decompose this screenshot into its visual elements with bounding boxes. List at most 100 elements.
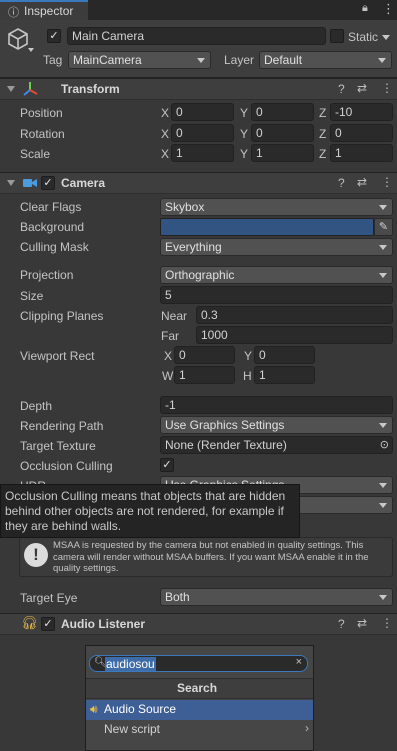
- axis-z-label[interactable]: Z: [319, 105, 326, 121]
- transform-title: Transform: [61, 82, 120, 96]
- headphones-icon: 🎧︎: [21, 615, 38, 630]
- list-item-label: New script: [104, 722, 161, 736]
- chevron-down-icon: [378, 58, 386, 63]
- list-item-label: Audio Source: [104, 702, 177, 716]
- rotation-x-field[interactable]: 0: [171, 124, 234, 142]
- axis-z-label[interactable]: Z: [319, 146, 326, 162]
- info-icon: ⓘ: [8, 7, 19, 19]
- size-field[interactable]: 5: [160, 286, 393, 304]
- preset-icon[interactable]: ⇄: [357, 616, 367, 630]
- tag-label: Tag: [43, 53, 63, 67]
- warning-icon: !: [24, 543, 48, 567]
- camera-title: Camera: [61, 176, 106, 190]
- target-texture-label: Target Texture: [20, 439, 96, 453]
- background-color-swatch[interactable]: [160, 218, 374, 236]
- viewport-w-field[interactable]: 1: [174, 366, 235, 384]
- chevron-down-icon: [379, 503, 387, 508]
- axis-x-label[interactable]: X: [161, 146, 169, 162]
- foldout-arrow-icon[interactable]: [7, 180, 15, 186]
- kebab-menu-icon[interactable]: ⋮: [382, 1, 395, 17]
- clear-flags-value: Skybox: [165, 200, 205, 214]
- viewport-w-label[interactable]: W: [162, 368, 173, 384]
- gameobject-name-field[interactable]: Main Camera: [67, 27, 326, 45]
- scale-z-field[interactable]: 1: [330, 144, 393, 162]
- scale-x-field[interactable]: 1: [171, 144, 234, 162]
- clear-flags-dropdown[interactable]: Skybox: [160, 198, 393, 216]
- position-label: Position: [20, 106, 63, 120]
- context-menu-icon[interactable]: ⋮: [381, 616, 393, 630]
- culling-mask-dropdown[interactable]: Everything: [160, 238, 393, 256]
- static-label: Static: [348, 30, 379, 44]
- far-field[interactable]: 1000: [196, 326, 393, 344]
- active-checkbox[interactable]: ✓: [47, 29, 61, 43]
- scale-y-field[interactable]: 1: [251, 144, 314, 162]
- axis-y-label[interactable]: Y: [240, 126, 248, 142]
- tag-dropdown[interactable]: MainCamera: [68, 51, 211, 69]
- preset-icon[interactable]: ⇄: [357, 81, 367, 95]
- viewport-y-label[interactable]: Y: [244, 348, 252, 364]
- axis-y-label[interactable]: Y: [240, 146, 248, 162]
- viewport-y-field[interactable]: 0: [254, 346, 315, 364]
- viewport-x-field[interactable]: 0: [174, 346, 235, 364]
- transform-axes-icon: [23, 82, 38, 96]
- projection-dropdown[interactable]: Orthographic: [160, 266, 393, 284]
- viewport-x-label[interactable]: X: [164, 348, 172, 364]
- audio-listener-title: Audio Listener: [61, 617, 146, 631]
- help-icon[interactable]: ?: [338, 617, 345, 631]
- list-item-new-script[interactable]: New script ›: [86, 720, 313, 740]
- chevron-down-icon: [379, 483, 387, 488]
- foldout-arrow-icon[interactable]: [7, 86, 15, 92]
- search-input[interactable]: 🔍︎ audiosou ×: [89, 655, 308, 672]
- rendering-path-dropdown[interactable]: Use Graphics Settings: [160, 416, 393, 434]
- position-z-field[interactable]: -10: [330, 103, 393, 121]
- tab-inspector[interactable]: ⓘ Inspector: [0, 0, 88, 20]
- culling-mask-value: Everything: [165, 240, 222, 254]
- axis-x-label[interactable]: X: [161, 105, 169, 121]
- audio-listener-enabled-checkbox[interactable]: ✓: [41, 617, 55, 631]
- rotation-y-field[interactable]: 0: [251, 124, 314, 142]
- layer-dropdown[interactable]: Default: [259, 51, 392, 69]
- clear-search-icon[interactable]: ×: [296, 656, 302, 668]
- occlusion-culling-checkbox[interactable]: ✓: [160, 458, 174, 472]
- position-y-field[interactable]: 0: [251, 103, 314, 121]
- target-texture-value: None (Render Texture): [165, 438, 287, 452]
- object-picker-icon[interactable]: ⊙: [380, 437, 389, 453]
- viewport-h-field[interactable]: 1: [254, 366, 315, 384]
- rotation-z-field[interactable]: 0: [330, 124, 393, 142]
- target-texture-field[interactable]: None (Render Texture) ⊙: [160, 436, 393, 454]
- viewport-rect-label: Viewport Rect: [20, 349, 95, 363]
- target-eye-label: Target Eye: [20, 591, 78, 605]
- layer-value: Default: [264, 53, 303, 67]
- axis-y-label[interactable]: Y: [240, 105, 248, 121]
- near-field[interactable]: 0.3: [196, 306, 393, 324]
- search-input-value: audiosou: [105, 657, 156, 671]
- eyedropper-icon[interactable]: ✎: [374, 218, 393, 236]
- target-eye-value: Both: [165, 590, 190, 604]
- viewport-h-label[interactable]: H: [243, 368, 252, 384]
- target-eye-dropdown[interactable]: Both: [160, 588, 393, 606]
- depth-field[interactable]: -1: [160, 396, 393, 414]
- gameobject-cube-icon: [8, 28, 28, 50]
- camera-icon: [23, 179, 37, 187]
- static-checkbox[interactable]: [330, 29, 344, 43]
- lock-icon[interactable]: 🔒︎: [362, 2, 368, 15]
- static-dropdown-arrow[interactable]: [382, 35, 390, 40]
- near-label[interactable]: Near: [161, 308, 187, 324]
- axis-z-label[interactable]: Z: [319, 126, 326, 142]
- axis-x-label[interactable]: X: [161, 126, 169, 142]
- context-menu-icon[interactable]: ⋮: [381, 175, 393, 189]
- position-x-field[interactable]: 0: [171, 103, 234, 121]
- depth-label: Depth: [20, 399, 53, 413]
- help-icon[interactable]: ?: [338, 176, 345, 190]
- search-header-title: Search: [177, 681, 218, 695]
- tab-title: Inspector: [24, 4, 74, 18]
- help-icon[interactable]: ?: [338, 82, 345, 96]
- far-label[interactable]: Far: [161, 328, 179, 344]
- chevron-down-icon: [379, 595, 387, 600]
- camera-enabled-checkbox[interactable]: ✓: [41, 176, 55, 190]
- preset-icon[interactable]: ⇄: [357, 175, 367, 189]
- icon-dropdown-arrow[interactable]: [28, 48, 34, 52]
- list-item-audio-source[interactable]: 🔊︎ Audio Source: [86, 700, 313, 720]
- culling-mask-label: Culling Mask: [20, 240, 89, 254]
- context-menu-icon[interactable]: ⋮: [381, 81, 393, 95]
